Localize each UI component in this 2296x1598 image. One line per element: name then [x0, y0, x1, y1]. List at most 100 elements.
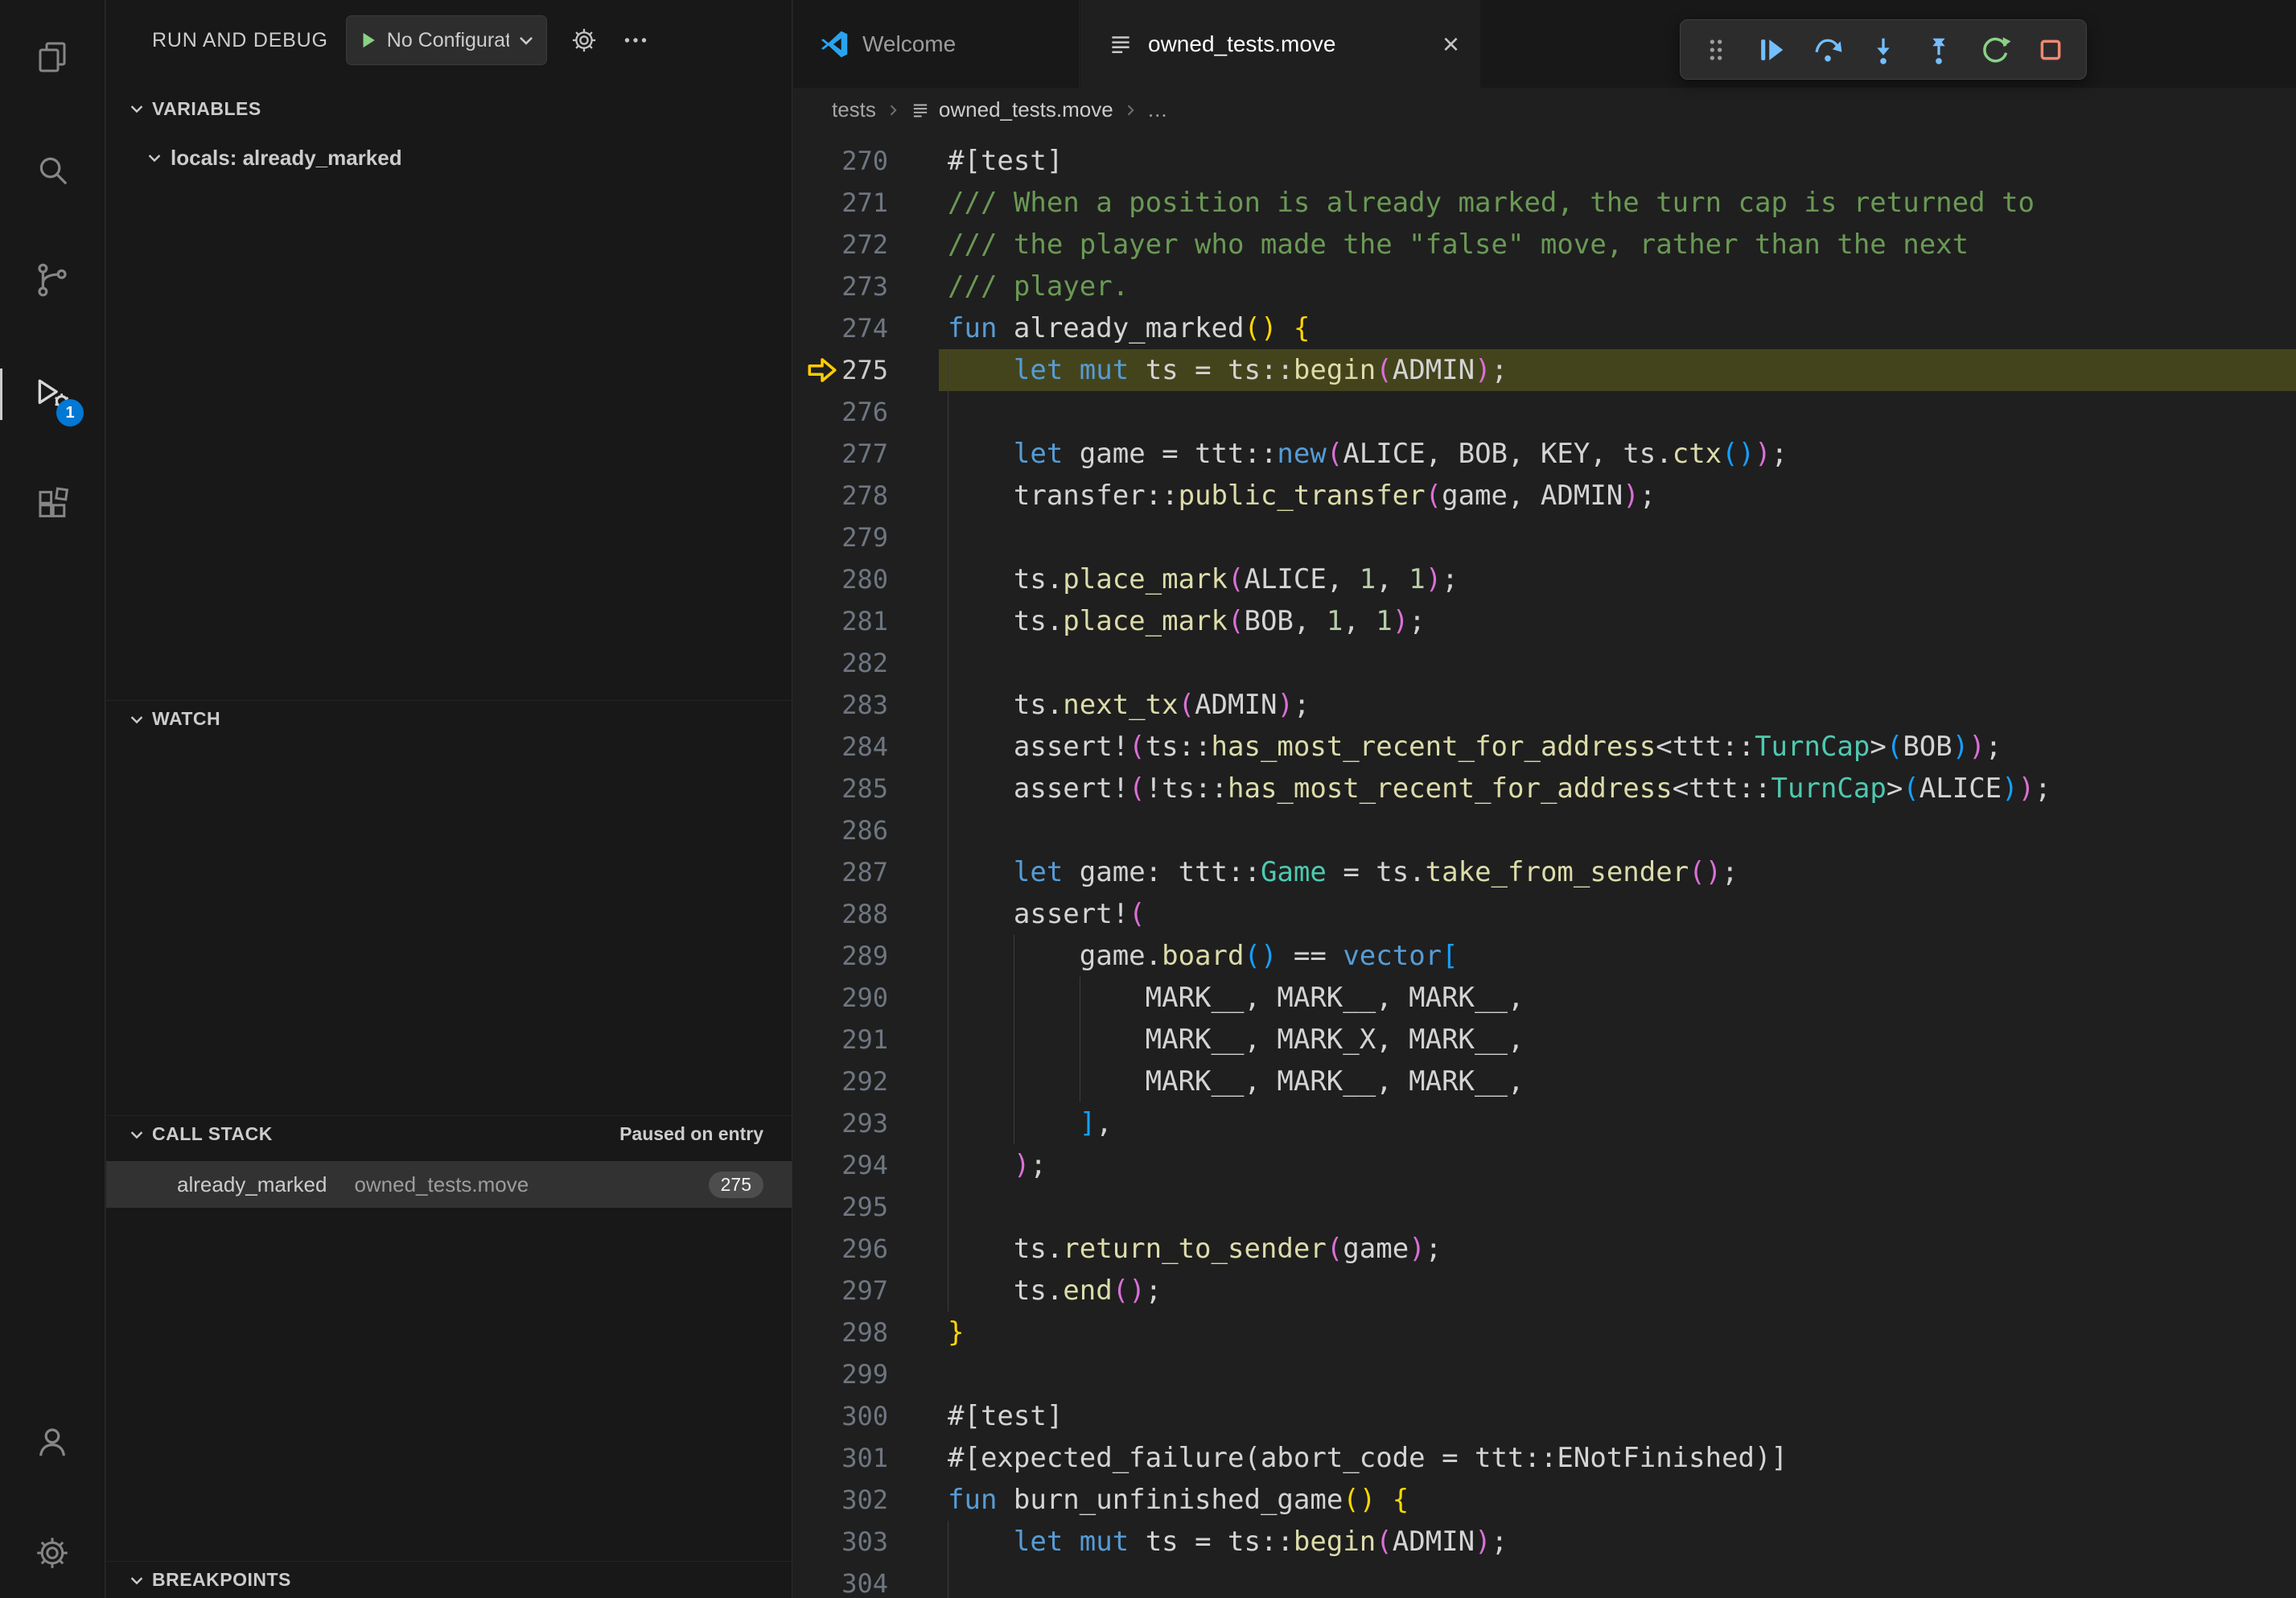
line-number[interactable]: 273	[793, 266, 888, 307]
line-number[interactable]: 302	[793, 1479, 888, 1521]
line-number[interactable]: 274	[793, 307, 888, 349]
code-line[interactable]: /// the player who made the "false" move…	[948, 224, 2051, 266]
code-line[interactable]: game.board() == vector[	[948, 935, 2051, 977]
breadcrumb-item-tests[interactable]: tests	[832, 97, 876, 122]
line-number[interactable]: 277	[793, 433, 888, 475]
code-line[interactable]: ts.next_tx(ADMIN);	[948, 684, 2051, 726]
line-number[interactable]: 301	[793, 1437, 888, 1479]
line-number[interactable]: 290	[793, 977, 888, 1019]
line-number[interactable]: 272	[793, 224, 888, 266]
close-icon[interactable]: ×	[1442, 30, 1459, 59]
extensions-icon[interactable]	[0, 463, 105, 547]
code-line[interactable]	[948, 1353, 2051, 1395]
line-number[interactable]: 282	[793, 642, 888, 684]
code-line[interactable]: }	[948, 1312, 2051, 1353]
code-line[interactable]: MARK__, MARK_X, MARK__,	[948, 1019, 2051, 1061]
more-actions-icon[interactable]	[621, 26, 650, 55]
settings-gear-icon[interactable]	[0, 1511, 105, 1595]
code-line[interactable]: #[expected_failure(abort_code = ttt::ENo…	[948, 1437, 2051, 1479]
line-number[interactable]: 270	[793, 140, 888, 182]
code-line[interactable]: ts.return_to_sender(game);	[948, 1228, 2051, 1270]
line-number[interactable]: 289	[793, 935, 888, 977]
line-number[interactable]: 283	[793, 684, 888, 726]
code-area[interactable]: 2702712722732742752762772782792802812822…	[793, 132, 2296, 1598]
run-and-debug-icon[interactable]: 1	[0, 352, 105, 436]
line-number[interactable]: 276	[793, 391, 888, 433]
debug-settings-gear-icon[interactable]	[570, 26, 599, 55]
line-number[interactable]: 291	[793, 1019, 888, 1061]
stack-frame-row[interactable]: already_marked owned_tests.move 275	[106, 1161, 792, 1208]
line-number[interactable]: 286	[793, 809, 888, 851]
code-line[interactable]: MARK__, MARK__, MARK__,	[948, 1061, 2051, 1102]
line-number[interactable]: 288	[793, 893, 888, 935]
line-number[interactable]: 293	[793, 1102, 888, 1144]
variables-scope-row[interactable]: locals: already_marked	[106, 137, 792, 179]
code-line[interactable]	[948, 517, 2051, 558]
line-number[interactable]: 296	[793, 1228, 888, 1270]
breakpoints-section-header[interactable]: BREAKPOINTS	[106, 1561, 792, 1598]
search-icon[interactable]	[0, 128, 105, 212]
stop-icon[interactable]	[2028, 27, 2073, 72]
line-number[interactable]: 292	[793, 1061, 888, 1102]
variables-section-header[interactable]: VARIABLES	[106, 90, 792, 127]
line-number[interactable]: 281	[793, 600, 888, 642]
line-number[interactable]: 280	[793, 558, 888, 600]
line-number[interactable]: 300	[793, 1395, 888, 1437]
code-line[interactable]: /// player.	[948, 266, 2051, 307]
line-number[interactable]: 304	[793, 1563, 888, 1598]
code-line[interactable]: assert!(ts::has_most_recent_for_address<…	[948, 726, 2051, 768]
code-line[interactable]: fun burn_unfinished_game() {	[948, 1479, 2051, 1521]
code-line[interactable]: assert!(!ts::has_most_recent_for_address…	[948, 768, 2051, 809]
tab-owned-tests-move[interactable]: owned_tests.move ×	[1080, 0, 1480, 88]
tab-welcome[interactable]: Welcome	[793, 0, 1080, 88]
code-line[interactable]: let mut ts = ts::begin(ADMIN);	[948, 349, 2051, 391]
code-line[interactable]: ts.place_mark(BOB, 1, 1);	[948, 600, 2051, 642]
code-line[interactable]: let game: ttt::Game = ts.take_from_sende…	[948, 851, 2051, 893]
code-line[interactable]	[948, 391, 2051, 433]
code-line[interactable]: fun already_marked() {	[948, 307, 2051, 349]
code-line[interactable]: #[test]	[948, 140, 2051, 182]
code-line[interactable]: ts.place_mark(ALICE, 1, 1);	[948, 558, 2051, 600]
step-over-icon[interactable]	[1805, 27, 1850, 72]
code-line[interactable]	[948, 642, 2051, 684]
line-number[interactable]: 287	[793, 851, 888, 893]
line-number[interactable]: 295	[793, 1186, 888, 1228]
toolbar-gripper-icon[interactable]	[1693, 27, 1738, 72]
line-number[interactable]: 278	[793, 475, 888, 517]
source-control-icon[interactable]	[0, 238, 105, 322]
code-line[interactable]: transfer::public_transfer(game, ADMIN);	[948, 475, 2051, 517]
explorer-icon[interactable]	[0, 15, 105, 99]
line-number[interactable]: 294	[793, 1144, 888, 1186]
line-number[interactable]: 279	[793, 517, 888, 558]
continue-icon[interactable]	[1749, 27, 1794, 72]
code-line[interactable]	[948, 809, 2051, 851]
debug-config-dropdown[interactable]: No Configurations	[346, 15, 547, 65]
code-line[interactable]	[948, 1186, 2051, 1228]
line-number[interactable]: 297	[793, 1270, 888, 1312]
line-number[interactable]: 284	[793, 726, 888, 768]
code-line[interactable]: ],	[948, 1102, 2051, 1144]
watch-section-header[interactable]: WATCH	[106, 700, 792, 737]
step-out-icon[interactable]	[1916, 27, 1961, 72]
code-line[interactable]	[948, 1563, 2051, 1598]
line-number[interactable]: 271	[793, 182, 888, 224]
line-number[interactable]: 299	[793, 1353, 888, 1395]
accounts-icon[interactable]	[0, 1400, 105, 1484]
restart-icon[interactable]	[1973, 27, 2018, 72]
start-debug-icon[interactable]	[358, 30, 379, 51]
code-line[interactable]: let game = ttt::new(ALICE, BOB, KEY, ts.…	[948, 433, 2051, 475]
code-line[interactable]: MARK__, MARK__, MARK__,	[948, 977, 2051, 1019]
line-number[interactable]: 298	[793, 1312, 888, 1353]
code-line[interactable]: let mut ts = ts::begin(ADMIN);	[948, 1521, 2051, 1563]
line-number[interactable]: 303	[793, 1521, 888, 1563]
code-line[interactable]: assert!(	[948, 893, 2051, 935]
code-line[interactable]: /// When a position is already marked, t…	[948, 182, 2051, 224]
code-line[interactable]: ts.end();	[948, 1270, 2051, 1312]
call-stack-section-header[interactable]: CALL STACK Paused on entry	[106, 1115, 792, 1152]
breadcrumb-item-file[interactable]: owned_tests.move	[939, 97, 1113, 122]
code-line[interactable]: #[test]	[948, 1395, 2051, 1437]
step-into-icon[interactable]	[1861, 27, 1906, 72]
breadcrumb-item-symbol[interactable]: …	[1147, 97, 1168, 122]
code-line[interactable]: );	[948, 1144, 2051, 1186]
line-number[interactable]: 285	[793, 768, 888, 809]
